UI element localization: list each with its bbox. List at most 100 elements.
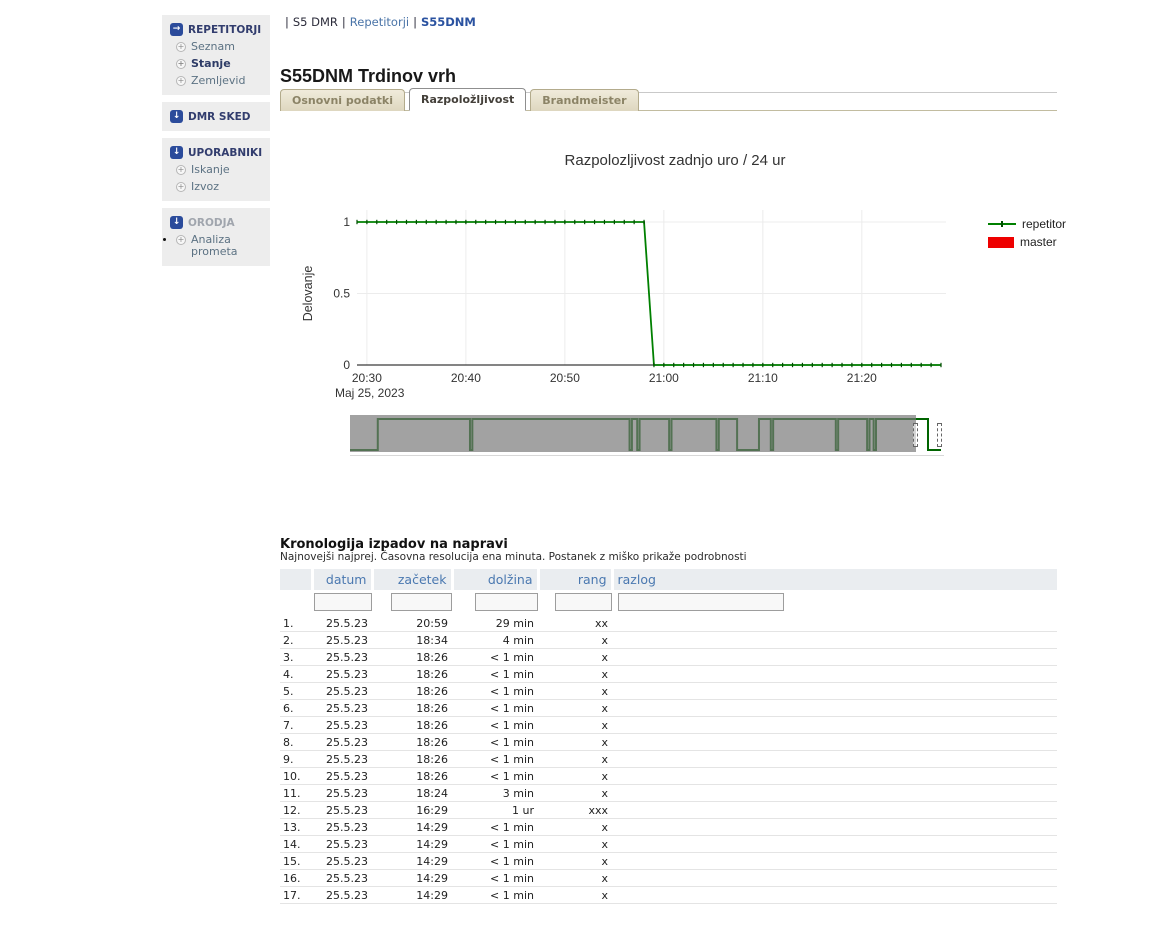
- column-header-razlog[interactable]: razlog: [612, 569, 1057, 590]
- sidebar-section-header[interactable]: ↓DMR SKED: [170, 110, 264, 123]
- cell-razlog: [612, 666, 1057, 683]
- page: →REPETITORJI+Seznam+Stanje+Zemljevid↓DMR…: [0, 0, 1156, 925]
- table-row[interactable]: 14.25.5.2314:29< 1 minx: [280, 836, 1057, 853]
- column-header-rang[interactable]: rang: [538, 569, 612, 590]
- cell-rang: x: [538, 666, 612, 683]
- sidebar-item-izvoz[interactable]: +Izvoz: [176, 181, 264, 193]
- sidebar-section-header[interactable]: →REPETITORJI: [170, 23, 264, 36]
- svg-text:1: 1: [343, 215, 350, 229]
- table-row[interactable]: 15.25.5.2314:29< 1 minx: [280, 853, 1057, 870]
- table-row[interactable]: 6.25.5.2318:26< 1 minx: [280, 700, 1057, 717]
- table-row[interactable]: 8.25.5.2318:26< 1 minx: [280, 734, 1057, 751]
- table-row[interactable]: 3.25.5.2318:26< 1 minx: [280, 649, 1057, 666]
- cell-dolzina: < 1 min: [452, 734, 538, 751]
- cell-dolzina: < 1 min: [452, 717, 538, 734]
- table-row[interactable]: 9.25.5.2318:26< 1 minx: [280, 751, 1057, 768]
- cell-dolzina: 29 min: [452, 615, 538, 632]
- cell-zacetek: 14:29: [372, 819, 452, 836]
- filter-dolzina-input[interactable]: [475, 593, 538, 611]
- table-row[interactable]: 11.25.5.2318:243 minx: [280, 785, 1057, 802]
- breadcrumb: |S5 DMR|Repetitorji|S55DNM: [281, 15, 476, 29]
- cell-rang: x: [538, 717, 612, 734]
- selector-veil[interactable]: [350, 415, 916, 452]
- svg-text:0: 0: [343, 358, 350, 372]
- table-row[interactable]: 10.25.5.2318:26< 1 minx: [280, 768, 1057, 785]
- breadcrumb-s55dnm[interactable]: S55DNM: [421, 15, 476, 29]
- cell-num: 1.: [280, 615, 312, 632]
- cell-num: 5.: [280, 683, 312, 700]
- table-row[interactable]: 13.25.5.2314:29< 1 minx: [280, 819, 1057, 836]
- plus-icon: +: [176, 165, 186, 175]
- table-row[interactable]: 7.25.5.2318:26< 1 minx: [280, 717, 1057, 734]
- table-row[interactable]: 17.25.5.2314:29< 1 minx: [280, 887, 1057, 904]
- cell-dolzina: 3 min: [452, 785, 538, 802]
- outage-subtitle: Najnovejši najprej. Časovna resolucija e…: [280, 551, 747, 563]
- cell-rang: x: [538, 887, 612, 904]
- sidebar: →REPETITORJI+Seznam+Stanje+Zemljevid↓DMR…: [162, 15, 270, 273]
- sidebar-item-analiza-prometa[interactable]: +Analiza prometa: [176, 234, 264, 258]
- filter-zacetek-input[interactable]: [391, 593, 452, 611]
- column-header-začetek[interactable]: začetek: [372, 569, 452, 590]
- sidebar-item-stanje[interactable]: +Stanje: [176, 58, 264, 70]
- cell-rang: x: [538, 768, 612, 785]
- sidebar-section-header[interactable]: ↓UPORABNIKI: [170, 146, 264, 159]
- arrow-down-icon: ↓: [170, 110, 183, 123]
- cell-zacetek: 14:29: [372, 887, 452, 904]
- cell-datum: 25.5.23: [312, 768, 372, 785]
- cell-razlog: [612, 870, 1057, 887]
- tab-osnovni-podatki[interactable]: Osnovni podatki: [280, 89, 405, 111]
- column-header-datum[interactable]: datum: [312, 569, 372, 590]
- breadcrumb-separator: |: [413, 15, 417, 29]
- cell-dolzina: 1 ur: [452, 802, 538, 819]
- column-header-num[interactable]: [280, 569, 312, 590]
- table-row[interactable]: 1.25.5.2320:5929 minxx: [280, 615, 1057, 632]
- table-row[interactable]: 16.25.5.2314:29< 1 minx: [280, 870, 1057, 887]
- filter-rang-input[interactable]: [555, 593, 612, 611]
- cell-rang: x: [538, 870, 612, 887]
- selector-handle-right[interactable]: [937, 423, 942, 447]
- cell-dolzina: < 1 min: [452, 700, 538, 717]
- cell-num: 12.: [280, 802, 312, 819]
- selector-handle-left[interactable]: [913, 423, 918, 447]
- column-header-dolžina[interactable]: dolžina: [452, 569, 538, 590]
- table-row[interactable]: 2.25.5.2318:344 minx: [280, 632, 1057, 649]
- cell-dolzina: < 1 min: [452, 836, 538, 853]
- cell-datum: 25.5.23: [312, 785, 372, 802]
- cell-datum: 25.5.23: [312, 649, 372, 666]
- breadcrumb-separator: |: [342, 15, 346, 29]
- legend-line-marker: [1001, 221, 1003, 227]
- table-row[interactable]: 12.25.5.2316:291 urxxx: [280, 802, 1057, 819]
- cell-num: 13.: [280, 819, 312, 836]
- breadcrumb-s5-dmr: S5 DMR: [293, 15, 338, 29]
- table-row[interactable]: 4.25.5.2318:26< 1 minx: [280, 666, 1057, 683]
- arrow-down-icon: ↓: [170, 146, 183, 159]
- cell-num: 2.: [280, 632, 312, 649]
- svg-text:Delovanje: Delovanje: [301, 266, 315, 322]
- tab-brandmeister[interactable]: Brandmeister: [530, 89, 638, 111]
- svg-text:21:10: 21:10: [748, 371, 778, 385]
- sidebar-item-seznam[interactable]: +Seznam: [176, 41, 264, 53]
- filter-razlog-input[interactable]: [618, 593, 784, 611]
- cell-razlog: [612, 836, 1057, 853]
- tab-razpoložljivost[interactable]: Razpoložljivost: [409, 88, 526, 111]
- breadcrumb-repetitorji[interactable]: Repetitorji: [350, 15, 409, 29]
- cell-num: 17.: [280, 887, 312, 904]
- sidebar-section-header[interactable]: ↓ORODJA: [170, 216, 264, 229]
- table-row[interactable]: 5.25.5.2318:26< 1 minx: [280, 683, 1057, 700]
- legend-box-swatch: [988, 237, 1014, 248]
- cell-rang: x: [538, 853, 612, 870]
- plus-icon: +: [176, 235, 186, 245]
- sidebar-item-iskanje[interactable]: +Iskanje: [176, 164, 264, 176]
- cell-rang: x: [538, 649, 612, 666]
- filter-datum-input[interactable]: [314, 593, 372, 611]
- cell-dolzina: < 1 min: [452, 768, 538, 785]
- cell-num: 4.: [280, 666, 312, 683]
- cell-razlog: [612, 853, 1057, 870]
- cell-rang: x: [538, 700, 612, 717]
- range-selector[interactable]: [350, 413, 944, 456]
- cell-datum: 25.5.23: [312, 887, 372, 904]
- plus-icon: +: [176, 182, 186, 192]
- sidebar-item-label: Stanje: [191, 58, 231, 70]
- sidebar-item-zemljevid[interactable]: +Zemljevid: [176, 75, 264, 87]
- availability-chart: 10.5020:3020:4020:5021:0021:1021:20Maj 2…: [280, 140, 970, 430]
